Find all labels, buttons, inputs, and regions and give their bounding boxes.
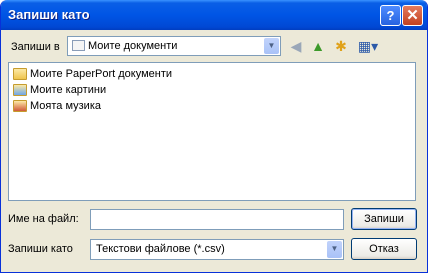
- filetype-value: Текстови файлове (*.csv): [96, 243, 225, 255]
- list-item-label: Моите PaperPort документи: [30, 68, 173, 80]
- pictures-folder-icon: [13, 84, 27, 97]
- list-item[interactable]: Моята музика: [13, 98, 101, 114]
- help-button[interactable]: ?: [380, 5, 401, 26]
- save-in-label: Запиши в: [11, 41, 60, 53]
- filetype-label: Запиши като: [8, 243, 73, 255]
- music-folder-icon: [13, 100, 27, 113]
- filename-input[interactable]: [90, 209, 344, 230]
- window-title: Запиши като: [8, 7, 90, 22]
- save-in-value: Моите документи: [88, 40, 178, 52]
- up-folder-icon[interactable]: ▲: [308, 36, 328, 56]
- list-item-label: Моите картини: [30, 84, 107, 96]
- cancel-button[interactable]: Отказ: [351, 238, 417, 260]
- back-arrow-icon[interactable]: ◀: [286, 36, 306, 56]
- list-item[interactable]: Моите картини: [13, 82, 106, 98]
- close-button[interactable]: ✕: [402, 5, 423, 26]
- file-list[interactable]: Моите PaperPort документи Моите картини …: [8, 62, 416, 201]
- chevron-down-icon: ▼: [264, 38, 279, 54]
- chevron-down-icon: ▼: [327, 241, 342, 258]
- save-as-dialog: Запиши като ? ✕ Запиши в Моите документи…: [0, 0, 428, 273]
- documents-folder-icon: [72, 40, 85, 51]
- view-menu-icon[interactable]: ▦▾: [355, 36, 381, 56]
- list-item-label: Моята музика: [30, 100, 101, 112]
- save-button[interactable]: Запиши: [351, 208, 417, 230]
- save-in-dropdown[interactable]: Моите документи ▼: [67, 36, 281, 56]
- filetype-dropdown[interactable]: Текстови файлове (*.csv) ▼: [90, 239, 344, 260]
- list-item[interactable]: Моите PaperPort документи: [13, 66, 172, 82]
- title-bar[interactable]: Запиши като ? ✕: [1, 0, 427, 30]
- filename-label: Име на файл:: [8, 213, 79, 225]
- folder-icon: [13, 68, 27, 81]
- new-folder-icon[interactable]: ✱: [331, 36, 351, 56]
